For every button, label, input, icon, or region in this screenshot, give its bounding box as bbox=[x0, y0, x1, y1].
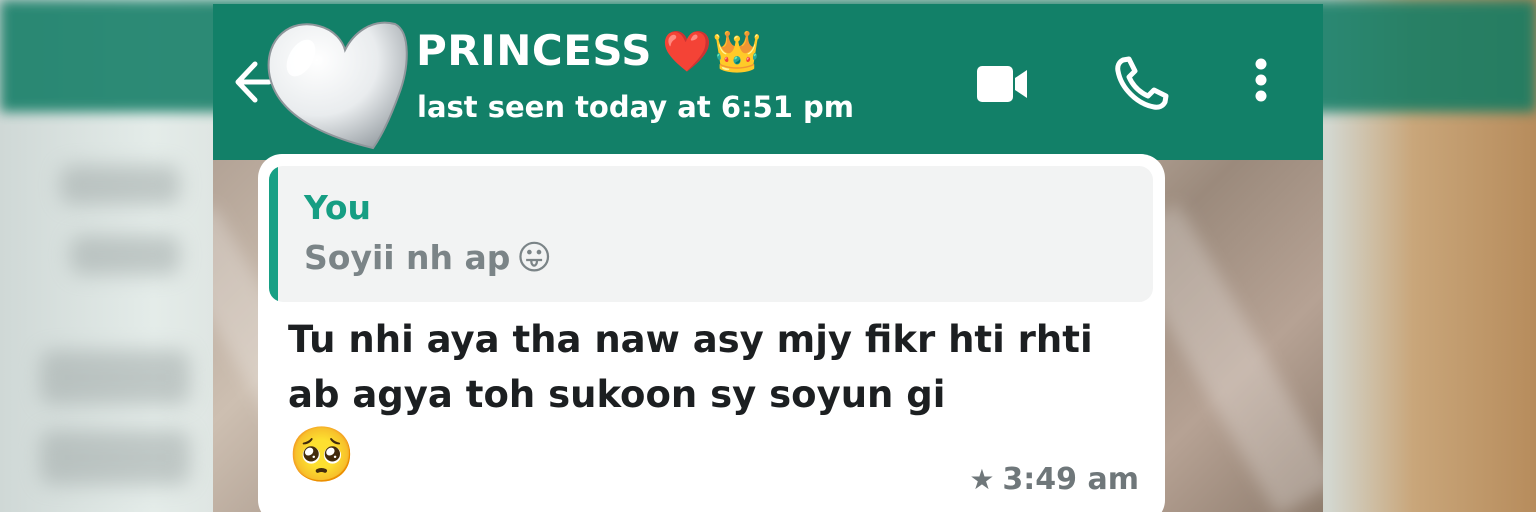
contact-name[interactable]: PRINCESS ❤️👑 bbox=[416, 26, 763, 75]
phone-icon bbox=[1115, 56, 1169, 110]
video-camera-icon bbox=[977, 66, 1027, 102]
message-time: 3:49 am bbox=[1002, 462, 1139, 497]
blurred-shape bbox=[60, 165, 180, 205]
chat-header: PRINCESS ❤️👑 last seen today at 6:51 pm bbox=[213, 4, 1323, 160]
video-call-button[interactable] bbox=[969, 52, 1033, 116]
blurred-shape bbox=[40, 350, 190, 405]
blurred-shape bbox=[70, 235, 180, 275]
message-text: Tu nhi aya tha naw asy mjy fikr hti rhti… bbox=[288, 318, 1093, 416]
chat-screen: PRINCESS❤️👑 last seen today at 6:51 pm bbox=[213, 4, 1323, 512]
star-icon: ★ bbox=[969, 463, 995, 496]
quoted-text-line: Soyii nh ap 😛 bbox=[304, 238, 552, 278]
quoted-author: You bbox=[304, 188, 372, 227]
voice-call-button[interactable] bbox=[1109, 52, 1173, 116]
message-meta: ★ 3:49 am bbox=[969, 462, 1139, 497]
quoted-text: Soyii nh ap bbox=[304, 238, 511, 277]
white-heart-icon[interactable] bbox=[261, 10, 411, 158]
tongue-emoji: 😛 bbox=[516, 238, 552, 278]
more-vertical-icon bbox=[1255, 58, 1267, 102]
pleading-face-emoji: 🥺 bbox=[288, 423, 356, 486]
quoted-message[interactable]: You Soyii nh ap 😛 bbox=[269, 166, 1153, 302]
more-options-button[interactable] bbox=[1229, 52, 1293, 116]
contact-name-text: PRINCESS bbox=[416, 26, 653, 75]
heart-crown-emoji: ❤️👑 bbox=[662, 29, 763, 75]
quote-accent-bar bbox=[269, 166, 278, 302]
blurred-shape bbox=[40, 430, 190, 485]
last-seen-status: last seen today at 6:51 pm bbox=[417, 90, 855, 124]
incoming-message-bubble[interactable]: You Soyii nh ap 😛 Tu nhi aya tha naw asy … bbox=[258, 154, 1165, 512]
